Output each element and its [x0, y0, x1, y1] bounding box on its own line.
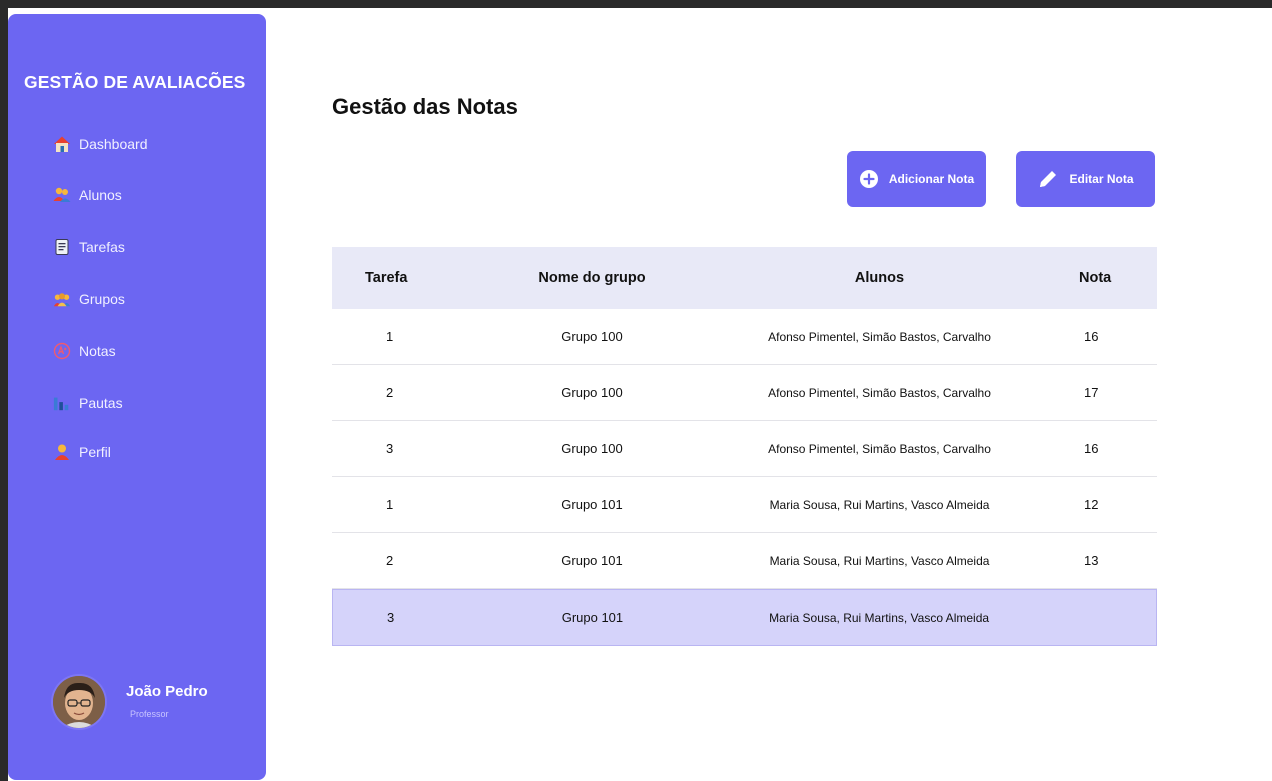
cell-tarefa: 1 [386, 329, 394, 344]
table-row[interactable]: 2 Grupo 100 Afonso Pimentel, Simão Basto… [332, 365, 1157, 421]
bar-chart-icon [53, 394, 71, 412]
pencil-icon [1037, 168, 1059, 190]
cell-nota: 16 [1084, 329, 1099, 344]
grades-table: Tarefa Nome do grupo Alunos Nota 1 Grupo… [332, 247, 1157, 646]
table-row[interactable]: 3 Grupo 100 Afonso Pimentel, Simão Basto… [332, 421, 1157, 477]
sidebar-item-label: Pautas [79, 395, 123, 411]
app-brand: GESTÃO DE AVALIACÕES [24, 72, 246, 92]
cell-tarefa: 2 [386, 553, 394, 568]
table-row[interactable]: 2 Grupo 101 Maria Sousa, Rui Martins, Va… [332, 533, 1157, 589]
sidebar-item-label: Notas [79, 343, 116, 359]
sidebar-item-label: Grupos [79, 291, 125, 307]
add-grade-label: Adicionar Nota [888, 172, 975, 186]
cell-grupo: Grupo 101 [561, 553, 623, 568]
cell-grupo: Grupo 100 [561, 441, 623, 456]
cell-grupo: Grupo 101 [561, 497, 623, 512]
sidebar-item-tarefas[interactable]: Tarefas [53, 236, 125, 258]
cell-grupo: Grupo 101 [561, 610, 624, 625]
cell-nota: 17 [1084, 385, 1099, 400]
column-header-alunos[interactable]: Alunos [737, 270, 1022, 286]
page-title: Gestão das Notas [332, 94, 518, 119]
table-row[interactable]: 1 Grupo 101 Maria Sousa, Rui Martins, Va… [332, 477, 1157, 533]
cell-tarefa: 3 [386, 441, 394, 456]
cell-alunos: Afonso Pimentel, Simão Bastos, Carvalho [768, 441, 991, 456]
column-header-tarefa[interactable]: Tarefa [332, 270, 447, 286]
cell-alunos: Maria Sousa, Rui Martins, Vasco Almeida [769, 497, 990, 512]
sidebar-item-dashboard[interactable]: Dashboard [53, 133, 148, 155]
table-row-selected[interactable]: 3 Grupo 101 Maria Sousa, Rui Martins, Va… [332, 589, 1157, 646]
house-icon [53, 135, 71, 153]
cell-nota: 16 [1084, 441, 1099, 456]
edit-grade-button[interactable]: Editar Nota [1016, 151, 1155, 207]
plus-circle-icon [859, 169, 879, 189]
sidebar-item-alunos[interactable]: Alunos [53, 184, 122, 206]
group-icon [53, 290, 71, 308]
sidebar-item-perfil[interactable]: Perfil [53, 441, 111, 463]
cell-nota: 13 [1084, 553, 1099, 568]
cell-grupo: Grupo 100 [561, 329, 623, 344]
grade-icon [53, 342, 71, 360]
sidebar-item-label: Perfil [79, 444, 111, 460]
avatar[interactable] [53, 676, 105, 728]
sidebar-item-label: Dashboard [79, 136, 148, 152]
profile-name: João Pedro [126, 683, 208, 700]
table-header: Tarefa Nome do grupo Alunos Nota [332, 247, 1157, 309]
column-header-grupo[interactable]: Nome do grupo [447, 270, 737, 286]
cell-tarefa: 1 [386, 497, 394, 512]
cell-alunos: Maria Sousa, Rui Martins, Vasco Almeida [769, 610, 990, 625]
sidebar-item-grupos[interactable]: Grupos [53, 288, 125, 310]
students-icon [53, 186, 71, 204]
add-grade-button[interactable]: Adicionar Nota [847, 151, 986, 207]
cell-tarefa: 2 [386, 385, 394, 400]
sidebar-item-pautas[interactable]: Pautas [53, 392, 123, 414]
sidebar-item-label: Tarefas [79, 239, 125, 255]
table-row[interactable]: 1 Grupo 100 Afonso Pimentel, Simão Basto… [332, 309, 1157, 365]
cell-alunos: Afonso Pimentel, Simão Bastos, Carvalho [768, 385, 991, 400]
cell-alunos: Afonso Pimentel, Simão Bastos, Carvalho [768, 329, 991, 344]
edit-grade-label: Editar Nota [1069, 172, 1134, 186]
cell-alunos: Maria Sousa, Rui Martins, Vasco Almeida [769, 553, 990, 568]
sidebar-item-notas[interactable]: Notas [53, 340, 116, 362]
clipboard-icon [53, 238, 71, 256]
cell-grupo: Grupo 100 [561, 385, 623, 400]
user-icon [53, 443, 71, 461]
cell-tarefa: 3 [387, 610, 395, 625]
sidebar [8, 14, 266, 780]
profile-role: Professor [130, 709, 169, 719]
cell-nota: 12 [1084, 497, 1099, 512]
sidebar-item-label: Alunos [79, 187, 122, 203]
column-header-nota[interactable]: Nota [1022, 270, 1157, 286]
